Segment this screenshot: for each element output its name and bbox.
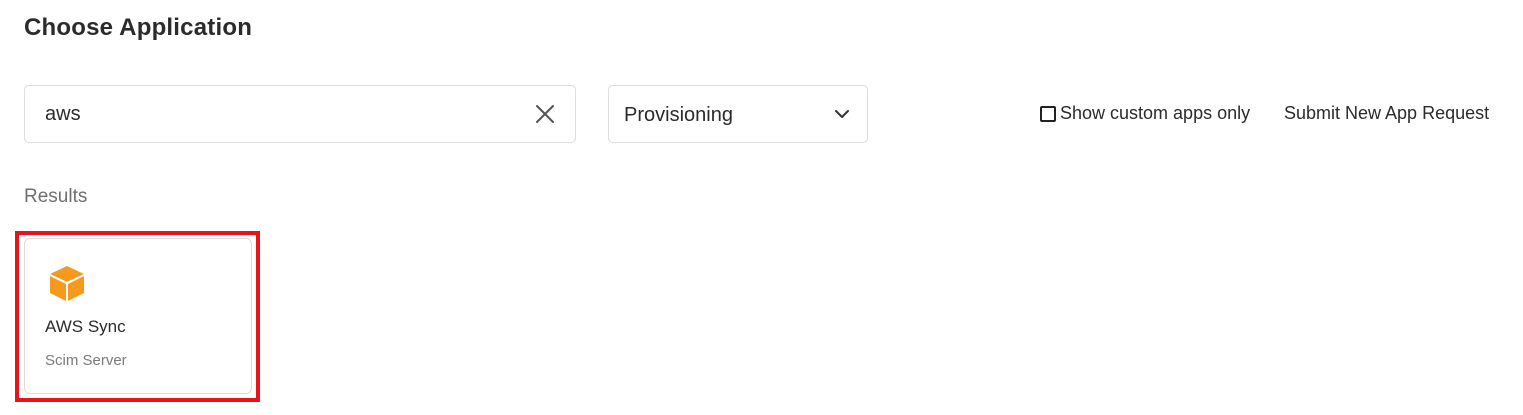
- category-select-value: Provisioning: [624, 104, 733, 126]
- aws-cube-icon: [50, 266, 84, 301]
- custom-apps-checkbox[interactable]: [1040, 105, 1056, 122]
- app-type: Scim Server: [45, 352, 127, 369]
- app-name: AWS Sync: [45, 317, 126, 336]
- results-heading: Results: [24, 186, 88, 207]
- chevron-down-icon: [835, 110, 849, 118]
- submit-new-app-request-link[interactable]: Submit New App Request: [1284, 103, 1489, 124]
- page-title: Choose Application: [24, 14, 253, 41]
- custom-apps-label[interactable]: Show custom apps only: [1060, 103, 1250, 124]
- close-icon[interactable]: [535, 104, 555, 124]
- search-input[interactable]: [45, 100, 505, 128]
- category-select[interactable]: Provisioning: [608, 85, 868, 143]
- custom-apps-toggle[interactable]: Show custom apps only: [1040, 103, 1250, 124]
- app-card-aws-sync[interactable]: AWS Sync Scim Server: [24, 238, 252, 394]
- search-box[interactable]: [24, 85, 576, 143]
- choose-application-page: Choose Application Provisioning Show cus…: [0, 0, 1523, 415]
